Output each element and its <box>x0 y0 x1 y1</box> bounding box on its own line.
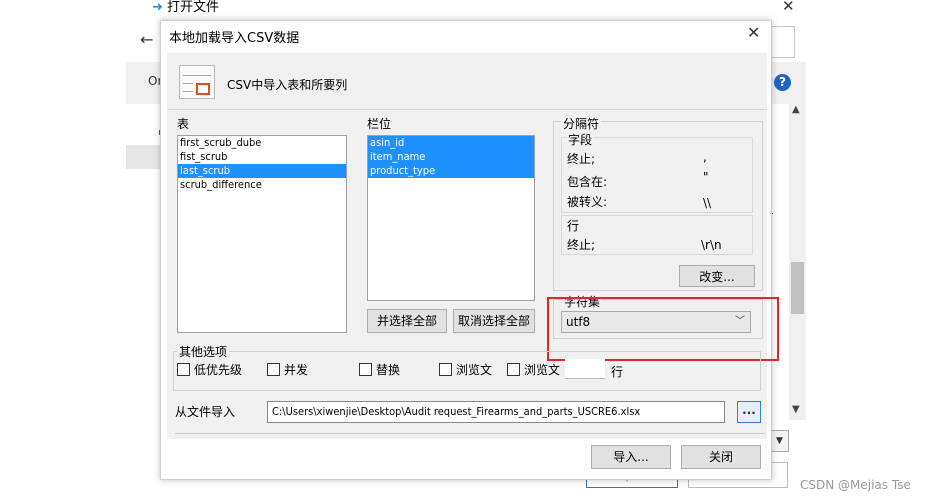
list-item-selected[interactable]: asin_id <box>368 136 534 150</box>
checkbox-box[interactable] <box>507 363 520 376</box>
back-arrow-icon[interactable]: ← <box>140 30 153 49</box>
file-path-input[interactable]: C:\Users\xiwenjie\Desktop\Audit request_… <box>267 401 725 423</box>
list-item-selected[interactable]: last_scrub <box>178 164 346 178</box>
dialog-close-icon[interactable]: ✕ <box>747 23 760 42</box>
scroll-up-icon[interactable]: ▲ <box>792 104 800 115</box>
tables-label: 表 <box>177 117 190 131</box>
background-close-icon[interactable]: ✕ <box>782 0 795 15</box>
list-item-selected[interactable]: item_name <box>368 150 534 164</box>
rows-input[interactable] <box>565 359 605 379</box>
browse-checkbox-2[interactable]: 浏览文 <box>507 361 560 378</box>
field-enclosed-label: 包含在: <box>567 175 608 189</box>
import-button[interactable]: 导入... <box>591 445 671 469</box>
scrollbar-thumb[interactable] <box>791 262 804 314</box>
background-dropdown-chevron-icon[interactable]: ▼ <box>770 430 789 452</box>
line-terminated-value: \r\n <box>701 238 722 252</box>
import-from-file-label: 从文件导入 <box>175 405 236 419</box>
columns-listbox[interactable]: asin_id item_name product_type <box>367 135 535 301</box>
checkbox-box[interactable] <box>439 363 452 376</box>
line-terminated-label: 终止; <box>567 238 596 252</box>
import-csv-dialog: 本地加载导入CSV数据 ✕ CSV中导入表和所要列 表 first_scrub_… <box>160 20 779 480</box>
list-item[interactable]: fist_scrub <box>178 150 346 164</box>
field-terminated-label: 终止; <box>567 152 596 166</box>
field-escaped-value: \\ <box>703 196 712 210</box>
field-enclosed-value: " <box>703 170 709 184</box>
other-options-label: 其他选项 <box>177 343 230 360</box>
list-item[interactable]: scrub_difference <box>178 178 346 192</box>
checkbox-box[interactable] <box>267 363 280 376</box>
tables-listbox[interactable]: first_scrub_dube fist_scrub last_scrub s… <box>177 135 347 333</box>
close-button[interactable]: 关闭 <box>681 445 761 469</box>
dialog-panel: CSV中导入表和所要列 表 first_scrub_dube fist_scru… <box>167 53 779 439</box>
background-window-title: ➜ 打开文件 <box>152 0 220 15</box>
help-icon[interactable]: ? <box>774 74 791 91</box>
list-item[interactable]: first_scrub_dube <box>178 136 346 150</box>
checkbox-box[interactable] <box>359 363 372 376</box>
change-separator-button[interactable]: 改变... <box>679 265 755 287</box>
app-icon: ➜ <box>152 0 163 15</box>
bottom-divider <box>175 433 765 434</box>
replace-checkbox[interactable]: 替换 <box>359 361 400 378</box>
separator-label: 分隔符 <box>561 115 602 132</box>
deselect-all-button[interactable]: 取消选择全部 <box>453 309 535 333</box>
dialog-header-text: CSV中导入表和所要列 <box>227 78 348 92</box>
browse-checkbox-1[interactable]: 浏览文 <box>439 361 492 378</box>
field-terminated-value: , <box>703 150 707 164</box>
checkbox-box[interactable] <box>177 363 190 376</box>
rows-label: 行 <box>611 365 624 379</box>
scroll-down-icon[interactable]: ▼ <box>792 404 800 415</box>
select-all-button[interactable]: 并选择全部 <box>367 309 447 333</box>
field-label: 字段 <box>567 131 594 148</box>
header-divider <box>167 109 767 110</box>
line-label: 行 <box>567 219 580 233</box>
list-item-selected[interactable]: product_type <box>368 164 534 178</box>
concurrent-checkbox[interactable]: 并发 <box>267 361 308 378</box>
columns-label: 栏位 <box>367 117 392 131</box>
browse-file-button[interactable]: ... <box>737 401 761 423</box>
csv-table-icon <box>179 65 215 99</box>
low-priority-checkbox[interactable]: 低优先级 <box>177 361 242 378</box>
dialog-title: 本地加载导入CSV数据 <box>169 31 300 46</box>
background-search-input[interactable] <box>770 26 795 58</box>
watermark: CSDN @Mejias Tse <box>800 478 911 492</box>
field-escaped-label: 被转义: <box>567 195 608 209</box>
